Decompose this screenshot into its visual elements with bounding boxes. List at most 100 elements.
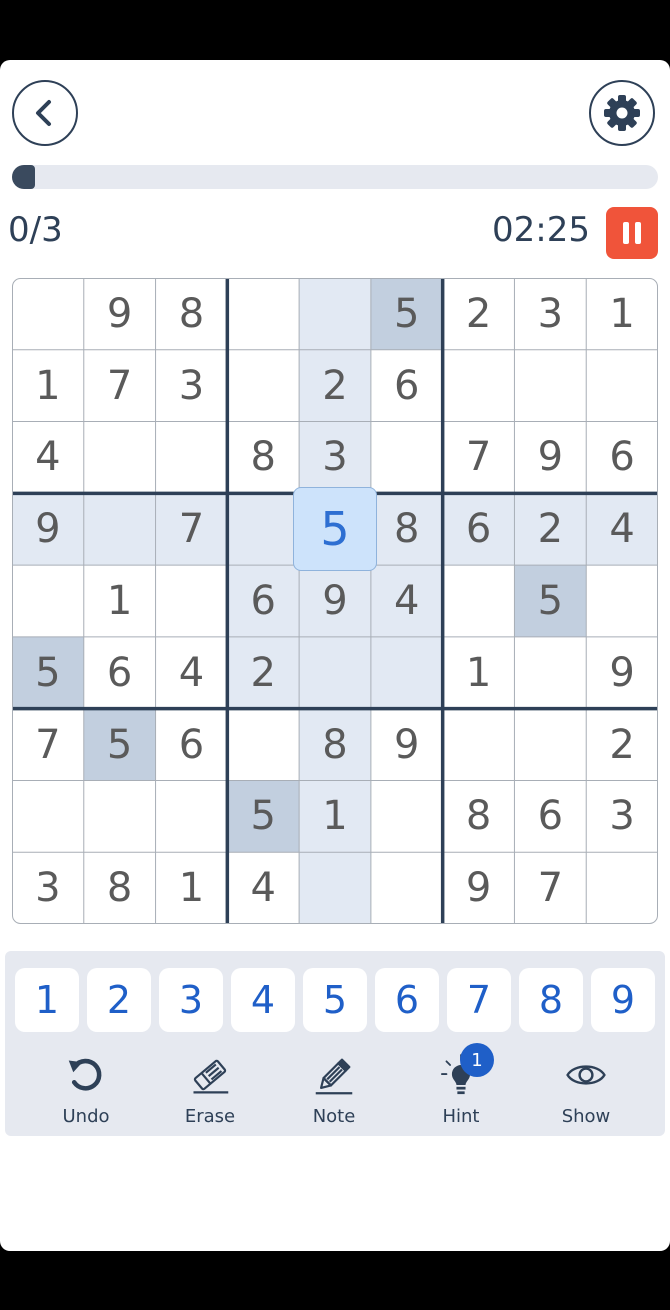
cell-r1-c8[interactable]: 3	[514, 278, 587, 350]
cell-r4-c1[interactable]: 9	[12, 493, 84, 566]
number-button-1[interactable]: 1	[15, 968, 79, 1032]
cell-r8-c2[interactable]	[83, 780, 156, 853]
cell-r2-c8[interactable]	[514, 349, 587, 422]
cell-r6-c3[interactable]: 4	[155, 636, 228, 709]
cell-r9-c5[interactable]	[299, 852, 371, 924]
cell-r1-c6[interactable]: 5	[370, 278, 443, 350]
number-button-4[interactable]: 4	[231, 968, 295, 1032]
settings-button[interactable]	[589, 80, 655, 146]
number-button-2[interactable]: 2	[87, 968, 151, 1032]
hint-button[interactable]: 1 Hint	[416, 1043, 506, 1131]
cell-r9-c2[interactable]: 8	[83, 852, 156, 924]
number-button-5[interactable]: 5	[303, 968, 367, 1032]
cell-r6-c2[interactable]: 6	[83, 636, 156, 709]
cell-r6-c7[interactable]: 1	[442, 636, 515, 709]
cell-r5-c3[interactable]	[155, 565, 228, 637]
cell-r4-c3[interactable]: 7	[155, 493, 228, 566]
cell-r8-c7[interactable]: 8	[442, 780, 515, 853]
cell-r8-c4[interactable]: 5	[227, 780, 300, 853]
number-button-3[interactable]: 3	[159, 968, 223, 1032]
cell-r8-c3[interactable]	[155, 780, 228, 853]
cell-r4-c4[interactable]	[227, 493, 300, 566]
cell-r3-c4[interactable]: 8	[227, 421, 300, 494]
undo-label: Undo	[62, 1106, 110, 1127]
number-button-9[interactable]: 9	[591, 968, 655, 1032]
cell-r5-c4[interactable]: 6	[227, 565, 300, 637]
number-button-6[interactable]: 6	[375, 968, 439, 1032]
cell-r5-c7[interactable]	[442, 565, 515, 637]
cell-r9-c6[interactable]	[370, 852, 443, 924]
cell-r9-c8[interactable]: 7	[514, 852, 587, 924]
cell-r9-c1[interactable]: 3	[12, 852, 84, 924]
cell-r9-c3[interactable]: 1	[155, 852, 228, 924]
undo-button[interactable]: Undo	[41, 1051, 131, 1131]
cell-r8-c9[interactable]: 3	[586, 780, 658, 853]
cell-r4-c8[interactable]: 2	[514, 493, 587, 566]
cell-r7-c7[interactable]	[442, 708, 515, 781]
back-button[interactable]	[12, 80, 78, 146]
cell-r7-c6[interactable]: 9	[370, 708, 443, 781]
cell-r6-c1[interactable]: 5	[12, 636, 84, 709]
cell-r8-c8[interactable]: 6	[514, 780, 587, 853]
cell-r1-c4[interactable]	[227, 278, 300, 350]
eraser-icon	[193, 1059, 229, 1094]
cell-r6-c8[interactable]	[514, 636, 587, 709]
cell-r6-c4[interactable]: 2	[227, 636, 300, 709]
cell-r1-c3[interactable]: 8	[155, 278, 228, 350]
cell-r4-c6[interactable]: 8	[370, 493, 443, 566]
number-button-8[interactable]: 8	[519, 968, 583, 1032]
cell-r5-c9[interactable]	[586, 565, 658, 637]
cell-r1-c5[interactable]	[299, 278, 371, 350]
cell-r9-c4[interactable]: 4	[227, 852, 300, 924]
cell-r2-c2[interactable]: 7	[83, 349, 156, 422]
show-button[interactable]: Show	[541, 1051, 631, 1131]
cell-r4-c9[interactable]: 4	[586, 493, 658, 566]
cell-r5-c1[interactable]	[12, 565, 84, 637]
cell-r3-c5[interactable]: 3	[299, 421, 371, 494]
cell-r7-c2[interactable]: 5	[83, 708, 156, 781]
cell-r2-c9[interactable]	[586, 349, 658, 422]
cell-r1-c2[interactable]: 9	[83, 278, 156, 350]
cell-r3-c8[interactable]: 9	[514, 421, 587, 494]
cell-r4-c7[interactable]: 6	[442, 493, 515, 566]
erase-button[interactable]: Erase	[165, 1051, 255, 1131]
cell-r5-c5[interactable]: 9	[299, 565, 371, 637]
cell-r3-c3[interactable]	[155, 421, 228, 494]
cell-r9-c7[interactable]: 9	[442, 852, 515, 924]
cell-r7-c3[interactable]: 6	[155, 708, 228, 781]
cell-r1-c1[interactable]	[12, 278, 84, 350]
cell-r7-c9[interactable]: 2	[586, 708, 658, 781]
pause-button[interactable]	[606, 207, 658, 259]
cell-r1-c9[interactable]: 1	[586, 278, 658, 350]
cell-r3-c7[interactable]: 7	[442, 421, 515, 494]
cell-r3-c1[interactable]: 4	[12, 421, 84, 494]
cell-r5-c2[interactable]: 1	[83, 565, 156, 637]
cell-r5-c8[interactable]: 5	[514, 565, 587, 637]
cell-r2-c5[interactable]: 2	[299, 349, 371, 422]
cell-r3-c9[interactable]: 6	[586, 421, 658, 494]
cell-r7-c5[interactable]: 8	[299, 708, 371, 781]
cell-r8-c1[interactable]	[12, 780, 84, 853]
cell-r8-c5[interactable]: 1	[299, 780, 371, 853]
cell-r9-c9[interactable]	[586, 852, 658, 924]
cell-r5-c6[interactable]: 4	[370, 565, 443, 637]
cell-r7-c8[interactable]	[514, 708, 587, 781]
cell-r4-c5[interactable]: 5	[299, 493, 371, 565]
cell-r3-c6[interactable]	[370, 421, 443, 494]
cell-r8-c6[interactable]	[370, 780, 443, 853]
cell-r2-c1[interactable]: 1	[12, 349, 84, 422]
cell-r4-c2[interactable]	[83, 493, 156, 566]
cell-r6-c5[interactable]	[299, 636, 371, 709]
cell-r7-c4[interactable]	[227, 708, 300, 781]
cell-r3-c2[interactable]	[83, 421, 156, 494]
cell-r6-c6[interactable]	[370, 636, 443, 709]
cell-r1-c7[interactable]: 2	[442, 278, 515, 350]
cell-r6-c9[interactable]: 9	[586, 636, 658, 709]
number-button-7[interactable]: 7	[447, 968, 511, 1032]
note-button[interactable]: Note	[289, 1051, 379, 1131]
cell-r2-c3[interactable]: 3	[155, 349, 228, 422]
cell-r2-c7[interactable]	[442, 349, 515, 422]
cell-r2-c4[interactable]	[227, 349, 300, 422]
cell-r2-c6[interactable]: 6	[370, 349, 443, 422]
cell-r7-c1[interactable]: 7	[12, 708, 84, 781]
